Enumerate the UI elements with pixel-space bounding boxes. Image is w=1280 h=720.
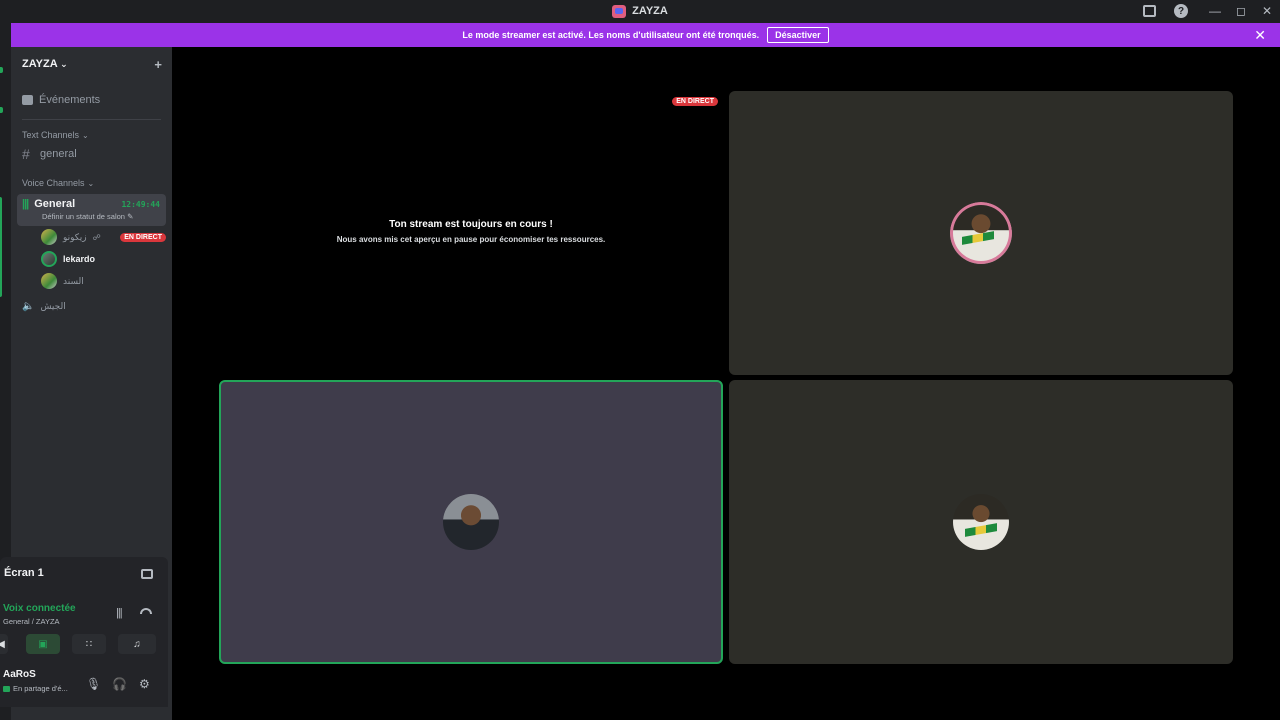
voice-channels-category[interactable]: Voice Channels	[11, 176, 172, 190]
banner-close-icon[interactable]: ✕	[1254, 27, 1266, 44]
streamer-mode-banner: Le mode streamer est activé. Les noms d'…	[11, 23, 1280, 47]
voice-member[interactable]: السند	[11, 270, 172, 292]
participant-tile[interactable]	[729, 380, 1233, 664]
participant-tile-speaking[interactable]	[219, 380, 723, 664]
set-channel-status[interactable]: Définir un statut de salon ✎	[42, 212, 161, 221]
screen-share-title: Écran 1	[4, 567, 44, 579]
voice-channel-general[interactable]: ||| General 12:49:44 Définir un statut d…	[17, 194, 166, 226]
events-label: Événements	[39, 94, 101, 106]
calendar-icon	[22, 95, 33, 105]
participant-avatar	[443, 494, 499, 550]
voice-member[interactable]: زيكونو ☍ EN DIRECT	[11, 226, 172, 248]
minimize-button[interactable]: —	[1202, 0, 1228, 22]
user-status: En partage d'é...	[3, 684, 68, 693]
participant-avatar	[953, 494, 1009, 550]
participant-tile[interactable]	[729, 91, 1233, 375]
text-channels-category[interactable]: Text Channels	[11, 128, 172, 142]
channel-label: الجيش	[40, 300, 66, 311]
avatar	[41, 251, 57, 267]
member-name: السند	[63, 275, 84, 286]
hash-icon: #	[22, 146, 30, 162]
voice-channel-other[interactable]: 🔈 الجيش	[11, 294, 172, 318]
voice-timer: 12:49:44	[121, 200, 160, 209]
soundboard-button[interactable]: ♫	[118, 634, 156, 654]
avatar	[41, 273, 57, 289]
window-title: ZAYZA	[612, 4, 668, 18]
noise-suppression-icon[interactable]: |||	[116, 607, 123, 619]
headphones-icon[interactable]: 🎧	[112, 677, 127, 691]
screen-share-icon: ☍	[92, 232, 101, 242]
screen-share-button[interactable]: ▣	[26, 634, 60, 654]
disable-streamer-mode-button[interactable]: Désactiver	[767, 27, 829, 43]
window-title-text: ZAYZA	[632, 5, 668, 17]
server-header[interactable]: ZAYZA +	[11, 47, 172, 81]
voice-activity-icon: |||	[22, 198, 29, 210]
microphone-icon[interactable]: 🎙	[86, 677, 101, 691]
stream-paused-title: Ton stream est toujours en cours !	[389, 219, 553, 230]
server-name: ZAYZA	[22, 58, 68, 70]
camera-button[interactable]: ◀	[0, 634, 8, 654]
voice-controls: ◀ ▣ ∷ ♫	[0, 634, 168, 654]
rail-indicator	[0, 197, 2, 297]
title-bar: ZAYZA ? — ◻ ✕	[0, 0, 1280, 22]
pencil-icon: ✎	[127, 212, 134, 221]
stream-paused-message: Ton stream est toujours en cours ! Nous …	[219, 219, 723, 244]
username[interactable]: AaRoS	[3, 669, 36, 680]
voice-connected-label[interactable]: Voix connectée	[3, 603, 76, 614]
speaker-icon: 🔈	[22, 300, 35, 312]
voice-channel-name: General	[34, 198, 76, 210]
window-controls: ? — ◻ ✕	[1143, 0, 1280, 22]
maximize-button[interactable]: ◻	[1228, 0, 1254, 22]
inbox-icon[interactable]	[1143, 5, 1156, 17]
discord-app-icon	[612, 4, 627, 18]
stream-paused-subtitle: Nous avons mis cet aperçu en pause pour …	[336, 235, 606, 244]
live-tag: EN DIRECT	[672, 97, 718, 106]
stop-streaming-icon[interactable]	[141, 569, 153, 579]
member-name: زيكونو	[63, 231, 87, 242]
add-user-icon[interactable]: +	[154, 57, 162, 72]
participant-avatar	[950, 202, 1012, 264]
channel-status-text: Définir un statut de salon	[42, 212, 125, 221]
user-row: AaRoS En partage d'é... 🎙 🎧 ⚙	[0, 667, 168, 699]
disconnect-icon[interactable]	[140, 608, 152, 614]
help-icon[interactable]: ?	[1174, 4, 1188, 18]
activities-button[interactable]: ∷	[72, 634, 106, 654]
banner-message: Le mode streamer est activé. Les noms d'…	[462, 30, 760, 40]
channel-label: general	[40, 148, 77, 160]
voice-member[interactable]: lekardo	[11, 248, 172, 270]
close-window-button[interactable]: ✕	[1254, 0, 1280, 22]
live-badge: EN DIRECT	[120, 232, 166, 242]
channel-general[interactable]: # general	[11, 142, 172, 166]
member-name: lekardo	[63, 254, 96, 264]
rail-indicator	[0, 107, 3, 113]
rail-indicator	[0, 67, 3, 73]
voice-location[interactable]: General / ZAYZA	[3, 617, 60, 626]
settings-gear-icon[interactable]: ⚙	[139, 677, 150, 691]
events-item[interactable]: Événements	[11, 81, 172, 119]
own-stream-tile[interactable]: EN DIRECT Ton stream est toujours en cou…	[219, 91, 723, 375]
voice-user-panel: Écran 1 Voix connectée General / ZAYZA |…	[0, 557, 168, 707]
avatar	[41, 229, 57, 245]
